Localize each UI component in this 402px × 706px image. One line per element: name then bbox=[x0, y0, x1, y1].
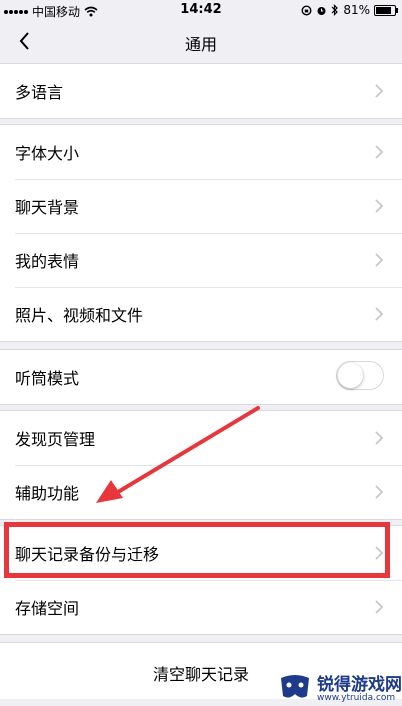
settings-row-discover-management[interactable]: 发现页管理 bbox=[0, 411, 402, 465]
alarm-icon bbox=[317, 6, 326, 15]
row-label: 多语言 bbox=[15, 83, 64, 102]
settings-row-earpiece-mode: 听筒模式 bbox=[0, 350, 402, 404]
page-title: 通用 bbox=[184, 35, 217, 54]
chevron-right-icon bbox=[375, 199, 384, 213]
settings-group-language: 多语言 bbox=[0, 63, 402, 119]
row-label: 照片、视频和文件 bbox=[15, 306, 144, 325]
settings-row-my-stickers[interactable]: 我的表情 bbox=[0, 233, 402, 287]
toggle-knob bbox=[338, 363, 363, 388]
settings-group-display: 字体大小 聊天背景 我的表情 照片、视频和文件 bbox=[0, 124, 402, 342]
bluetooth-icon bbox=[331, 4, 339, 16]
chevron-right-icon bbox=[375, 431, 384, 445]
gamepad-logo-icon bbox=[281, 675, 309, 698]
settings-row-storage[interactable]: 存储空间 bbox=[0, 580, 402, 634]
settings-row-accessibility[interactable]: 辅助功能 bbox=[0, 465, 402, 519]
chevron-right-icon bbox=[375, 600, 384, 614]
settings-row-photos-videos-files[interactable]: 照片、视频和文件 bbox=[0, 287, 402, 341]
earpiece-mode-toggle[interactable] bbox=[336, 361, 384, 390]
row-label: 听筒模式 bbox=[15, 369, 80, 388]
row-label: 发现页管理 bbox=[15, 430, 96, 449]
battery-percent: 81% bbox=[343, 3, 370, 17]
row-label: 存储空间 bbox=[15, 599, 80, 618]
row-label: 聊天记录备份与迁移 bbox=[15, 545, 160, 564]
battery-icon bbox=[374, 4, 398, 16]
status-bar: 中国移动 14:42 81% bbox=[0, 0, 402, 20]
watermark-title: 锐得游戏网 bbox=[317, 675, 402, 695]
settings-row-chat-backup-migration[interactable]: 聊天记录备份与迁移 bbox=[0, 526, 402, 580]
chevron-right-icon bbox=[375, 145, 384, 159]
row-label: 字体大小 bbox=[15, 144, 80, 163]
chevron-right-icon bbox=[375, 307, 384, 321]
settings-row-font-size[interactable]: 字体大小 bbox=[0, 125, 402, 179]
settings-group-storage: 聊天记录备份与迁移 存储空间 bbox=[0, 525, 402, 635]
settings-group-earpiece: 听筒模式 bbox=[0, 349, 402, 405]
chevron-right-icon bbox=[375, 546, 384, 560]
orientation-lock-icon bbox=[301, 4, 312, 16]
chevron-right-icon bbox=[375, 84, 384, 98]
nav-bar: 通用 bbox=[0, 20, 402, 65]
watermark-url: www.ytruida.com bbox=[317, 693, 396, 703]
settings-group-features: 发现页管理 辅助功能 bbox=[0, 410, 402, 520]
status-right: 81% bbox=[301, 3, 398, 17]
row-label: 辅助功能 bbox=[15, 484, 80, 503]
row-label: 聊天背景 bbox=[15, 198, 80, 217]
chevron-right-icon bbox=[375, 485, 384, 499]
chevron-right-icon bbox=[375, 253, 384, 267]
watermark: 锐得游戏网 www.ytruida.com bbox=[275, 668, 402, 706]
row-label: 我的表情 bbox=[15, 252, 80, 271]
battery-fill bbox=[376, 6, 391, 14]
settings-row-language[interactable]: 多语言 bbox=[0, 64, 402, 118]
settings-row-chat-background[interactable]: 聊天背景 bbox=[0, 179, 402, 233]
